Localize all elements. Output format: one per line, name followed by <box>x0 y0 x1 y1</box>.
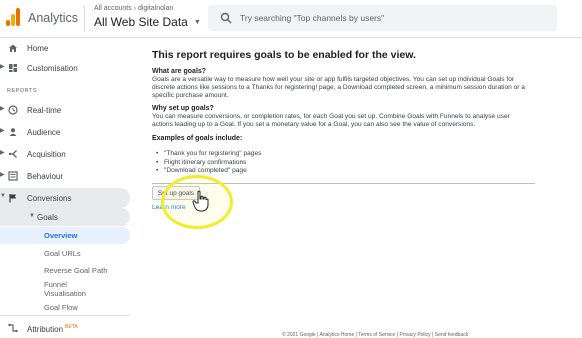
analytics-logo-icon[interactable] <box>6 8 20 26</box>
sidebar-item-goals[interactable]: ▼ Goals <box>0 208 130 226</box>
search-bar[interactable] <box>208 5 557 31</box>
expand-arrow-icon: ▶ <box>0 128 5 134</box>
sidebar-item-label: Goals <box>37 213 58 222</box>
sidebar-item-label: Home <box>27 44 49 53</box>
sidebar-item-funnel[interactable]: Funnel <box>44 280 67 289</box>
sidebar-item-label: Attribution BETA <box>27 324 78 334</box>
search-input[interactable] <box>240 9 540 27</box>
clock-icon <box>8 105 18 115</box>
sidebar-item-home[interactable]: Home <box>0 38 130 58</box>
why-text: You can measure conversions, or completi… <box>152 113 510 129</box>
expand-arrow-icon: ▶ <box>0 106 5 112</box>
reports-section-label: REPORTS <box>7 88 37 94</box>
collapse-arrow-icon: ▼ <box>0 193 6 199</box>
expand-arrow-icon: ▶ <box>0 150 5 156</box>
behaviour-icon <box>8 171 18 181</box>
dashboard-icon <box>9 64 17 72</box>
sidebar-item-overview[interactable]: Overview <box>44 231 77 240</box>
sidebar: Home ▶ Customisation REPORTS ▶ Real-time… <box>0 38 130 338</box>
sidebar-item-label: Customisation <box>27 64 78 73</box>
footer: © 2021 Google | Analytics Home | Terms o… <box>282 332 469 338</box>
sidebar-item-reverse-goal-path[interactable]: Reverse Goal Path <box>44 266 107 275</box>
sidebar-item-label: Conversions <box>27 194 72 203</box>
expand-arrow-icon: ▶ <box>0 172 5 178</box>
view-selector[interactable]: All Web Site Data ▼ <box>94 15 201 29</box>
hand-cursor-icon <box>192 190 209 212</box>
acquisition-icon <box>8 150 17 158</box>
caret-down-icon: ▼ <box>193 19 201 26</box>
beta-badge: BETA <box>65 324 78 330</box>
what-heading: What are goals? <box>152 68 207 75</box>
sidebar-item-visualisation[interactable]: Visualisation <box>44 289 86 298</box>
sidebar-item-attribution[interactable]: Attribution BETA <box>0 318 130 338</box>
sidebar-item-customisation[interactable]: ▶ Customisation <box>0 58 130 78</box>
list-item: "Download completed" page <box>156 167 261 176</box>
header-divider <box>84 6 85 32</box>
what-text: Goals are a versatile way to measure how… <box>152 76 525 100</box>
home-icon <box>9 44 17 52</box>
sidebar-item-goal-urls[interactable]: Goal URLs <box>44 249 81 258</box>
view-name: All Web Site Data <box>94 15 188 29</box>
sidebar-divider <box>0 315 130 316</box>
sidebar-item-conversions[interactable]: ▼ Conversions <box>0 188 130 208</box>
sidebar-item-audience[interactable]: ▶ Audience <box>0 122 130 142</box>
examples-list: "Thank you for registering" pages Flight… <box>156 150 261 176</box>
list-item: "Thank you for registering" pages <box>156 150 261 159</box>
sidebar-item-label: Acquisition <box>27 150 66 159</box>
list-item: Flight itinerary confirmations <box>156 159 261 168</box>
account-breadcrumb[interactable]: All accounts › digitalnolan <box>94 5 173 12</box>
collapse-arrow-icon: ▼ <box>29 213 35 219</box>
app-name: Analytics <box>28 11 79 25</box>
attribution-icon <box>8 323 18 333</box>
top-header: Analytics All accounts › digitalnolan Al… <box>0 0 582 38</box>
sidebar-item-behaviour[interactable]: ▶ Behaviour <box>0 166 130 186</box>
sidebar-item-acquisition[interactable]: ▶ Acquisition <box>0 144 130 164</box>
search-icon <box>220 12 232 24</box>
sidebar-item-label: Behaviour <box>27 172 64 181</box>
sidebar-item-label: Audience <box>27 128 61 137</box>
sidebar-item-label: Real-time <box>27 106 62 115</box>
page-title: This report requires goals to be enabled… <box>152 49 416 61</box>
person-icon <box>9 128 17 136</box>
examples-heading: Examples of goals include: <box>152 135 243 142</box>
sidebar-item-goal-flow[interactable]: Goal Flow <box>44 303 78 312</box>
expand-arrow-icon: ▶ <box>0 64 5 70</box>
why-heading: Why set up goals? <box>152 105 214 112</box>
sidebar-item-real-time[interactable]: ▶ Real-time <box>0 100 130 120</box>
flag-icon <box>9 194 16 203</box>
